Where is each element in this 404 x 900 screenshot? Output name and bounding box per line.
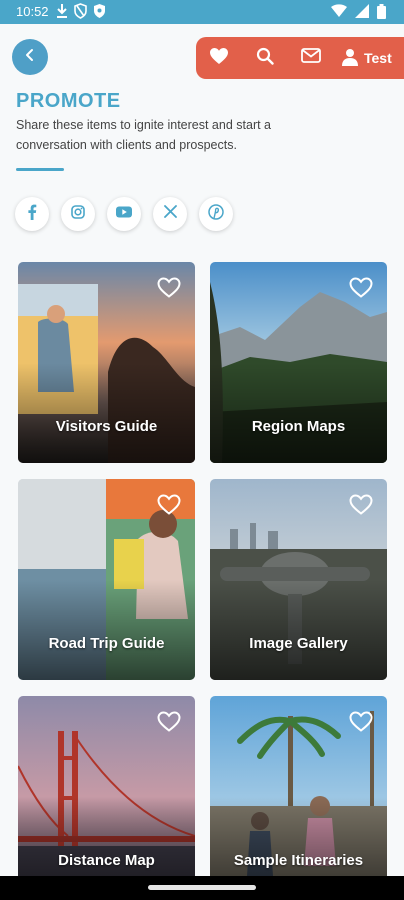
- shield-icon: [74, 3, 87, 22]
- home-gesture-handle[interactable]: [148, 885, 256, 890]
- status-bar: 10:52: [0, 0, 404, 24]
- search-button[interactable]: [242, 37, 288, 79]
- system-nav-bar: [0, 876, 404, 900]
- chevron-left-icon: [24, 48, 36, 67]
- card-region-maps[interactable]: Region Maps: [210, 262, 387, 463]
- back-button[interactable]: [12, 39, 48, 75]
- signal-icon: [355, 4, 369, 22]
- card-label: Sample Itineraries: [233, 852, 364, 869]
- x-button[interactable]: [153, 197, 187, 231]
- card-image-gallery[interactable]: Image Gallery: [210, 479, 387, 680]
- card-shade: [18, 363, 195, 463]
- vpn-icon: [93, 3, 106, 22]
- heart-outline-icon[interactable]: [349, 494, 373, 520]
- card-shade: [210, 580, 387, 680]
- heart-outline-icon[interactable]: [157, 494, 181, 520]
- instagram-icon: [71, 204, 85, 224]
- card-label: Region Maps: [251, 418, 346, 435]
- card-label: Road Trip Guide: [48, 635, 165, 652]
- pinterest-button[interactable]: [199, 197, 233, 231]
- wifi-icon: [331, 4, 347, 22]
- mail-icon: [301, 48, 321, 68]
- card-label: Distance Map: [58, 852, 155, 869]
- download-icon: [56, 3, 68, 22]
- social-share-row: [15, 197, 233, 231]
- card-shade: [18, 580, 195, 680]
- facebook-button[interactable]: [15, 197, 49, 231]
- user-label: Test: [364, 50, 392, 66]
- card-visitors-guide[interactable]: Visitors Guide: [18, 262, 195, 463]
- card-label: Visitors Guide: [55, 418, 158, 435]
- title-underline: [16, 168, 64, 171]
- pinterest-icon: [208, 203, 224, 225]
- mail-button[interactable]: [288, 37, 334, 79]
- search-icon: [256, 47, 274, 70]
- battery-icon: [377, 4, 386, 22]
- page-title: PROMOTE: [16, 90, 121, 112]
- user-button[interactable]: Test: [334, 48, 392, 69]
- youtube-icon: [116, 205, 132, 223]
- page-subtitle: Share these items to ignite interest and…: [16, 118, 271, 152]
- heart-outline-icon[interactable]: [349, 277, 373, 303]
- user-icon: [342, 48, 358, 69]
- x-icon: [163, 205, 177, 223]
- card-sample-itineraries[interactable]: Sample Itineraries: [210, 696, 387, 897]
- status-time: 10:52: [16, 4, 49, 19]
- card-label: Image Gallery: [249, 635, 348, 652]
- card-shade: [210, 363, 387, 463]
- facebook-icon: [27, 204, 37, 225]
- card-distance-map[interactable]: Distance Map: [18, 696, 195, 897]
- instagram-button[interactable]: [61, 197, 95, 231]
- heart-outline-icon[interactable]: [157, 711, 181, 737]
- heart-icon: [209, 47, 229, 70]
- card-road-trip-guide[interactable]: Road Trip Guide: [18, 479, 195, 680]
- heart-outline-icon[interactable]: [157, 277, 181, 303]
- youtube-button[interactable]: [107, 197, 141, 231]
- favorites-button[interactable]: [196, 37, 242, 79]
- heart-outline-icon[interactable]: [349, 711, 373, 737]
- action-bar: Test: [196, 37, 404, 79]
